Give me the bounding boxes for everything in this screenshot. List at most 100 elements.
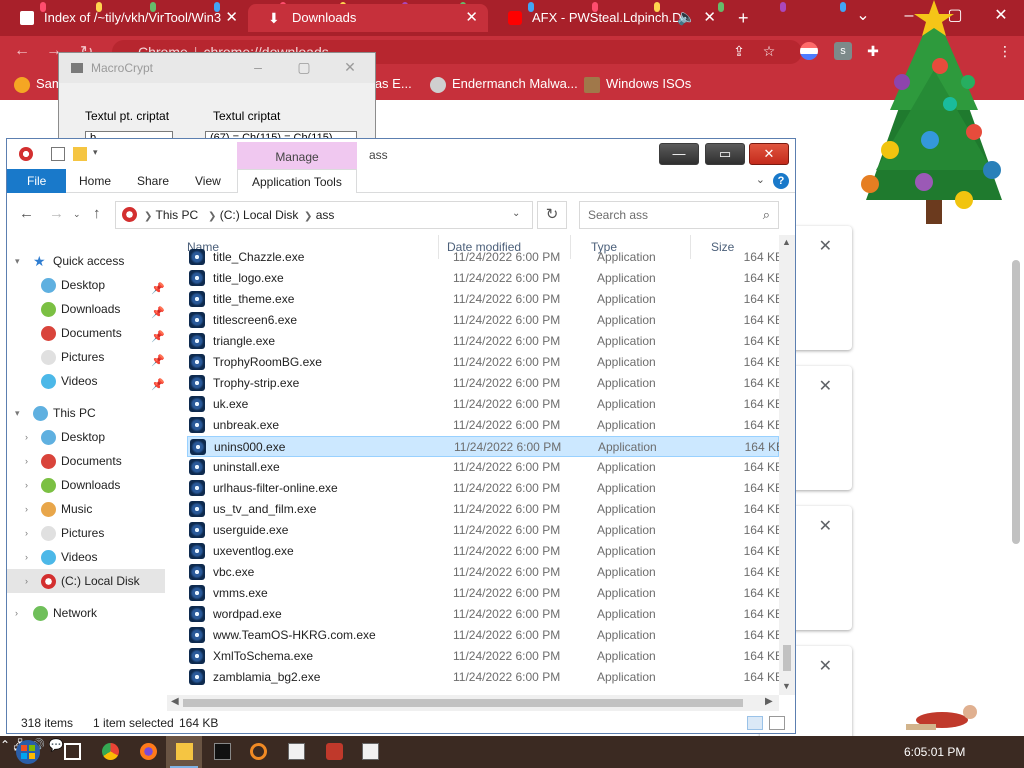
address-bar[interactable]: ❯ This PC ❯ (C:) Local Disk ❯ ass ⌄ [115,201,533,229]
file-row[interactable]: zamblamia_bg2.exe 11/24/2022 6:00 PM Appli… [187,667,783,688]
nav-qa-desktop[interactable]: Desktop 📌 [7,273,165,297]
file-row[interactable]: uxeventlog.exe 11/24/2022 6:00 PM Applicat… [187,541,783,562]
tab-share[interactable]: Share [123,169,183,193]
remove-download-icon[interactable]: ✕ [819,376,832,396]
explorer-titlebar[interactable]: ▾ Manage ass — ▭ ✕ [7,139,795,169]
maximize-button[interactable]: ▭ [705,143,745,165]
nav-qa-documents[interactable]: Documents 📌 [7,321,165,345]
file-row[interactable]: title_logo.exe 11/24/2022 6:00 PM Applicat… [187,268,783,289]
nav-pc-videos[interactable]: › Videos [7,545,165,569]
nav-qa-downloads[interactable]: Downloads 📌 [7,297,165,321]
up-icon[interactable]: ↑ [93,205,101,222]
breadcrumb-this-pc[interactable]: ❯ This PC [144,208,198,222]
scroll-thumb[interactable] [183,699,743,707]
file-row[interactable]: us_tv_and_film.exe 11/24/2022 6:00 PM Appl… [187,499,783,520]
horizontal-scrollbar[interactable]: ◀ ▶ [167,695,779,711]
file-row[interactable]: vmms.exe 11/24/2022 6:00 PM Application 164… [187,583,783,604]
vertical-scrollbar[interactable]: ▲ ▼ [779,235,795,695]
file-row[interactable]: wordpad.exe 11/24/2022 6:00 PM Application… [187,604,783,625]
details-view-icon[interactable] [747,716,763,730]
profile-flag-icon[interactable] [800,42,818,60]
chrome-tab-downloads[interactable]: ⬇ Downloads ✕ [248,4,488,32]
nav-pc-local-disk[interactable]: › (C:) Local Disk [7,569,165,593]
recent-locations-icon[interactable]: ⌄ [73,209,81,220]
taskbar-firefox[interactable] [130,736,166,768]
nav-qa-videos[interactable]: Videos 📌 [7,369,165,393]
chevron-right-icon[interactable]: › [25,569,28,593]
chrome-tab-index[interactable]: Index of /~tily/vkh/VirTool/Win3 ✕ [0,4,248,32]
taskbar-app-red[interactable] [316,736,352,768]
back-icon[interactable]: ← [19,205,34,222]
tab-file[interactable]: File [7,169,67,193]
scroll-right-icon[interactable]: ▶ [765,696,773,707]
refresh-button[interactable]: ↻ [537,201,567,229]
new-folder-icon[interactable] [73,147,87,161]
chevron-right-icon[interactable]: › [25,425,28,449]
large-icons-view-icon[interactable] [769,716,785,730]
file-row[interactable]: triangle.exe 11/24/2022 6:00 PM Applicatio… [187,331,783,352]
pin-icon[interactable]: 📌 [151,373,165,397]
minimize-button[interactable]: — [659,143,699,165]
new-tab-button[interactable]: + [726,4,766,32]
expand-ribbon-icon[interactable]: ⌄ [756,173,765,186]
remove-download-icon[interactable]: ✕ [819,236,832,256]
file-row[interactable]: unbreak.exe 11/24/2022 6:00 PM Application… [187,415,783,436]
clock[interactable]: 6:05:01 PM [904,745,965,759]
taskbar-app-black[interactable] [204,736,240,768]
remove-download-icon[interactable]: ✕ [819,516,832,536]
chevron-down-icon[interactable]: ▾ [15,401,20,425]
breadcrumb-folder[interactable]: ❯ ass [304,208,334,222]
taskbar-app-window[interactable] [278,736,314,768]
help-icon[interactable]: ? [773,173,789,189]
chrome-tab-afx[interactable]: AFX - PWSteal.Ldpinch.D - 🔈 ✕ [488,4,726,32]
tab-application-tools[interactable]: Application Tools [237,169,357,193]
close-tab-icon[interactable]: ✕ [465,4,478,32]
file-row[interactable]: title_theme.exe 11/24/2022 6:00 PM Applica… [187,289,783,310]
nav-pc-pictures[interactable]: › Pictures [7,521,165,545]
file-row[interactable]: www.TeamOS-HKRG.com.exe 11/24/2022 6:00 P… [187,625,783,646]
nav-network[interactable]: › Network [7,601,165,625]
chevron-down-icon[interactable]: ▾ [15,249,20,273]
address-dropdown-icon[interactable]: ⌄ [512,208,520,219]
remove-download-icon[interactable]: ✕ [819,656,832,676]
breadcrumb-local-disk[interactable]: ❯ (C:) Local Disk [208,208,298,222]
file-row[interactable]: TrophyRoomBG.exe 11/24/2022 6:00 PM Applic… [187,352,783,373]
tab-home[interactable]: Home [65,169,125,193]
bookmark-sam[interactable]: Sam [14,76,63,93]
page-scrollbar[interactable] [1012,260,1020,544]
file-row[interactable]: title_Chazzle.exe 11/24/2022 6:00 PM Appli… [187,247,783,268]
start-button-windows-logo-icon[interactable] [8,738,48,766]
chevron-right-icon[interactable]: › [15,601,18,625]
close-button[interactable]: ✕ [749,143,789,165]
file-row[interactable]: userguide.exe 11/24/2022 6:00 PM Applicati… [187,520,783,541]
file-row[interactable]: vbc.exe 11/24/2022 6:00 PM Application 164 … [187,562,783,583]
close-tab-icon[interactable]: ✕ [225,4,238,32]
task-view-button[interactable] [54,736,90,768]
bookmark-endermanch[interactable]: Endermanch Malwa... [430,76,578,93]
maximize-icon[interactable]: ▢ [281,53,327,83]
nav-pc-downloads[interactable]: › Downloads [7,473,165,497]
nav-qa-pictures[interactable]: Pictures 📌 [7,345,165,369]
scroll-down-icon[interactable]: ▼ [782,681,791,691]
taskbar-chrome[interactable] [92,736,128,768]
minimize-icon[interactable]: – [235,53,281,83]
scroll-thumb[interactable] [783,645,791,671]
taskbar-file-explorer[interactable] [166,736,202,768]
file-row[interactable]: unins000.exe 11/24/2022 6:00 PM Applicatio… [187,436,784,457]
customize-qat-icon[interactable]: ▾ [93,147,107,161]
chevron-right-icon[interactable]: › [25,473,28,497]
properties-icon[interactable] [51,147,65,161]
taskbar-app-window-2[interactable] [352,736,388,768]
scroll-up-icon[interactable]: ▲ [782,237,791,247]
nav-pc-music[interactable]: › Music [7,497,165,521]
taskbar-search-app[interactable] [240,736,276,768]
tab-view[interactable]: View [181,169,235,193]
close-icon[interactable]: ✕ [327,53,373,83]
nav-this-pc[interactable]: ▾ This PC [7,401,165,425]
scroll-left-icon[interactable]: ◀ [171,696,179,707]
file-row[interactable]: uninstall.exe 11/24/2022 6:00 PM Applicati… [187,457,783,478]
file-row[interactable]: XmlToSchema.exe 11/24/2022 6:00 PM Applica… [187,646,783,667]
search-box[interactable]: Search ass ⌕ [579,201,779,229]
bookmark-windows-isos[interactable]: Windows ISOs [584,76,691,93]
mute-tab-icon[interactable]: 🔈 [677,4,696,32]
